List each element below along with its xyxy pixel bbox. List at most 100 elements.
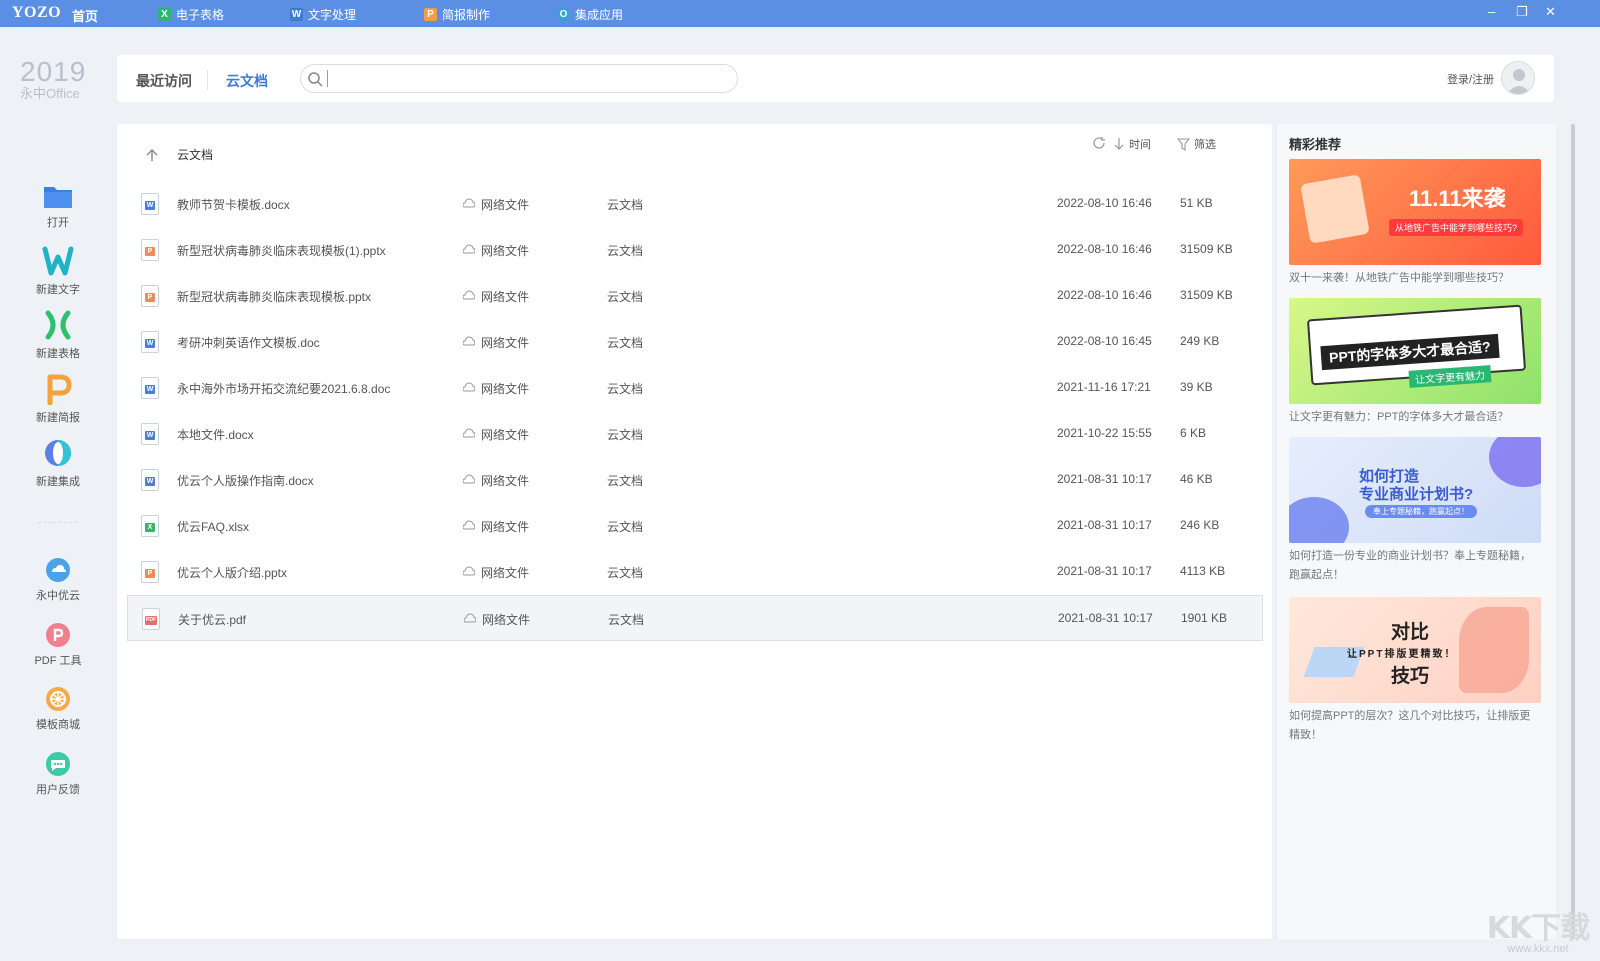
file-name[interactable]: 优云个人版操作指南.docx xyxy=(177,472,314,489)
sidebar-item-label: 新建简报 xyxy=(36,412,80,424)
sidebar-item-open[interactable]: 打开 xyxy=(22,182,94,230)
file-row[interactable]: W 教师节贺卡模板.docx 网络文件 云文档 2022-08-10 16:46 51 K… xyxy=(127,181,1263,227)
file-type: 网络文件 xyxy=(481,290,530,304)
sidebar-item-label: 新建集成 xyxy=(36,476,80,488)
file-location: 云文档 xyxy=(607,566,644,580)
sort-by-time-button[interactable]: 时间 xyxy=(1113,136,1151,152)
filter-label: 筛选 xyxy=(1194,139,1216,151)
recommend-card[interactable]: 对比 让PPT排版更精致！ 技巧 如何提高PPT的层次？这几个对比技巧，让排版更… xyxy=(1289,597,1541,745)
banner-subtitle: 奉上专题秘籍，跑赢起点！ xyxy=(1365,505,1477,518)
sidebar-item-label: 新建文字 xyxy=(36,284,80,296)
header-bar: 最近访问 云文档 登录/注册 xyxy=(117,55,1554,102)
file-modified-time: 2021-08-31 10:17 xyxy=(1057,472,1152,486)
restore-button[interactable]: ❐ xyxy=(1516,4,1528,20)
recommend-banner[interactable]: 如何打造 专业商业计划书? 奉上专题秘籍，跑赢起点！ xyxy=(1289,437,1541,543)
presentation-icon: P xyxy=(424,7,437,21)
file-name[interactable]: 永中海外市场开拓交流纪要2021.6.8.doc xyxy=(177,380,390,397)
search-box[interactable] xyxy=(300,64,738,93)
search-input[interactable] xyxy=(327,70,727,87)
file-size: 51 KB xyxy=(1180,196,1213,210)
gift-box-graphic xyxy=(1300,174,1370,244)
file-type: 网络文件 xyxy=(481,474,530,488)
login-link[interactable]: 登录/注册 xyxy=(1447,71,1494,87)
sidebar-item-new-slides[interactable]: 新建简报 xyxy=(22,373,94,425)
word-file-icon: W xyxy=(141,423,159,445)
file-size: 39 KB xyxy=(1180,380,1213,394)
file-row[interactable]: X 优云FAQ.xlsx 网络文件 云文档 2021-08-31 10:17 246 KB xyxy=(127,503,1263,549)
sidebar-item-new-sheet[interactable]: 新建表格 xyxy=(22,309,94,361)
recommend-panel: 精彩推荐 11.11来袭 从地铁广告中能学到哪些技巧? 双十一来袭！从地铁广告中… xyxy=(1276,124,1556,939)
tab-home[interactable]: 首页 xyxy=(72,6,98,25)
tab-integrated[interactable]: O 集成应用 xyxy=(557,6,623,22)
file-row[interactable]: W 考研冲刺英语作文模板.doc 网络文件 云文档 2022-08-10 16:45 24… xyxy=(127,319,1263,365)
recommend-banner[interactable]: 11.11来袭 从地铁广告中能学到哪些技巧? xyxy=(1289,159,1541,265)
file-location: 云文档 xyxy=(607,198,644,212)
tab-presentation[interactable]: P 简报制作 xyxy=(424,6,490,22)
file-name[interactable]: 本地文件.docx xyxy=(177,426,254,443)
ppt-file-icon: P xyxy=(141,239,159,261)
file-row[interactable]: PDF 关于优云.pdf 网络文件 云文档 2021-08-31 10:17 1901 K… xyxy=(127,595,1263,641)
file-row[interactable]: W 本地文件.docx 网络文件 云文档 2021-10-22 15:55 6 KB xyxy=(127,411,1263,457)
banner-title-2: 技巧 xyxy=(1391,666,1430,687)
file-modified-time: 2021-08-31 10:17 xyxy=(1057,564,1152,578)
recommend-card[interactable]: 如何打造 专业商业计划书? 奉上专题秘籍，跑赢起点！ 如何打造一份专业的商业计划… xyxy=(1289,437,1541,585)
banner-subtitle: 让PPT排版更精致！ xyxy=(1347,649,1457,660)
file-type: 网络文件 xyxy=(482,613,531,627)
sidebar-item-new-word[interactable]: 新建文字 xyxy=(22,245,94,297)
file-name[interactable]: 优云个人版介绍.pptx xyxy=(177,564,287,581)
tab-word[interactable]: W 文字处理 xyxy=(290,6,356,22)
file-name[interactable]: 新型冠状病毒肺炎临床表现模板(1).pptx xyxy=(177,242,386,259)
file-row[interactable]: P 新型冠状病毒肺炎临床表现模板.pptx 网络文件 云文档 2022-08-10 16… xyxy=(127,273,1263,319)
refresh-button[interactable] xyxy=(1092,136,1106,150)
recommend-caption[interactable]: 双十一来袭！从地铁广告中能学到哪些技巧？ xyxy=(1289,269,1541,288)
banner-title: 11.11来袭 xyxy=(1409,186,1506,211)
file-row[interactable]: P 优云个人版介绍.pptx 网络文件 云文档 2021-08-31 10:17 4113… xyxy=(127,549,1263,595)
new-integrated-icon xyxy=(45,440,71,466)
file-location: 云文档 xyxy=(608,613,645,627)
word-icon: W xyxy=(290,7,303,21)
cloud-icon xyxy=(463,382,475,392)
new-sheet-icon xyxy=(45,310,71,340)
file-name[interactable]: 新型冠状病毒肺炎临床表现模板.pptx xyxy=(177,288,371,305)
folder-icon xyxy=(44,187,72,208)
recommend-card[interactable]: PPT的字体多大才最合适? 让文字更有魅力 让文字更有魅力：PPT的字体多大才最… xyxy=(1289,298,1541,427)
file-row[interactable]: W 永中海外市场开拓交流纪要2021.6.8.doc 网络文件 云文档 2021-11-… xyxy=(127,365,1263,411)
recommend-card[interactable]: 11.11来袭 从地铁广告中能学到哪些技巧? 双十一来袭！从地铁广告中能学到哪些… xyxy=(1289,159,1541,288)
file-modified-time: 2021-08-31 10:17 xyxy=(1057,518,1152,532)
sidebar-item-yozo-cloud[interactable]: 永中优云 xyxy=(22,557,94,603)
close-button[interactable]: ✕ xyxy=(1545,4,1556,20)
up-arrow-icon[interactable] xyxy=(145,148,159,162)
file-row[interactable]: P 新型冠状病毒肺炎临床表现模板(1).pptx 网络文件 云文档 2022-08-10… xyxy=(127,227,1263,273)
file-name[interactable]: 优云FAQ.xlsx xyxy=(177,518,249,535)
file-row[interactable]: W 优云个人版操作指南.docx 网络文件 云文档 2021-08-31 10:17 46… xyxy=(127,457,1263,503)
sidebar-item-template-store[interactable]: 模板商城 xyxy=(22,686,94,732)
integrated-icon: O xyxy=(557,7,570,21)
recommend-banner[interactable]: 对比 让PPT排版更精致！ 技巧 xyxy=(1289,597,1541,703)
file-modified-time: 2021-10-22 15:55 xyxy=(1057,426,1152,440)
sidebar-item-feedback[interactable]: 用户反馈 xyxy=(22,751,94,797)
recommend-caption[interactable]: 让文字更有魅力：PPT的字体多大才最合适？ xyxy=(1289,408,1541,427)
file-name[interactable]: 教师节贺卡模板.docx xyxy=(177,196,290,213)
file-panel: 时间 筛选 云文档 W 教师节贺卡模板.docx 网络文件 云文档 2022-08-10… xyxy=(117,124,1272,939)
recommend-caption[interactable]: 如何打造一份专业的商业计划书？奉上专题秘籍，跑赢起点！ xyxy=(1289,547,1541,585)
tab-spreadsheet[interactable]: X 电子表格 xyxy=(158,6,224,22)
app-logo: YOZO xyxy=(12,4,62,21)
filter-button[interactable]: 筛选 xyxy=(1177,136,1216,152)
tab-cloud-docs[interactable]: 云文档 xyxy=(226,71,268,91)
recommend-title: 精彩推荐 xyxy=(1289,137,1342,152)
file-location: 云文档 xyxy=(607,520,644,534)
sidebar-item-pdf-tools[interactable]: PDF 工具 xyxy=(22,622,94,668)
cloud-icon xyxy=(464,613,476,623)
recommend-caption[interactable]: 如何提高PPT的层次？这几个对比技巧，让排版更精致！ xyxy=(1289,707,1541,745)
recommend-banner[interactable]: PPT的字体多大才最合适? 让文字更有魅力 xyxy=(1289,298,1541,404)
file-name[interactable]: 关于优云.pdf xyxy=(178,611,246,628)
avatar[interactable] xyxy=(1501,61,1535,95)
file-size: 246 KB xyxy=(1180,518,1220,532)
file-name[interactable]: 考研冲刺英语作文模板.doc xyxy=(177,334,320,351)
minimize-button[interactable]: – xyxy=(1488,4,1495,19)
cloud-icon xyxy=(463,566,475,576)
tab-recent[interactable]: 最近访问 xyxy=(136,71,192,91)
sidebar-item-new-integrated[interactable]: 新建集成 xyxy=(22,437,94,489)
file-type: 网络文件 xyxy=(481,198,530,212)
scrollbar[interactable] xyxy=(1571,124,1575,939)
